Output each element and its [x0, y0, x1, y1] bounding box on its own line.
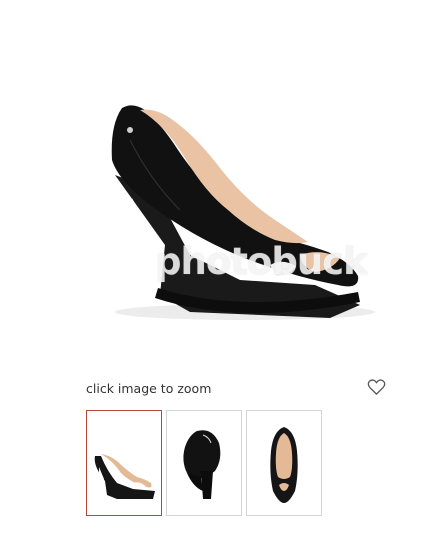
thumbnail-3[interactable]	[246, 410, 322, 516]
heart-icon[interactable]	[367, 378, 386, 396]
zoom-label[interactable]: click image to zoom	[86, 381, 211, 396]
shoe-top-thumb-icon	[270, 427, 298, 503]
thumbnail-2[interactable]	[166, 410, 242, 516]
main-product-image[interactable]	[70, 80, 380, 340]
watermark: photobuck	[155, 240, 368, 283]
thumbnail-1[interactable]	[86, 410, 162, 516]
zoom-row: click image to zoom	[86, 378, 386, 398]
shoe-back-thumb-icon	[183, 430, 221, 499]
shoe-main-icon	[111, 105, 375, 320]
shoe-side-thumb-icon	[94, 454, 155, 499]
